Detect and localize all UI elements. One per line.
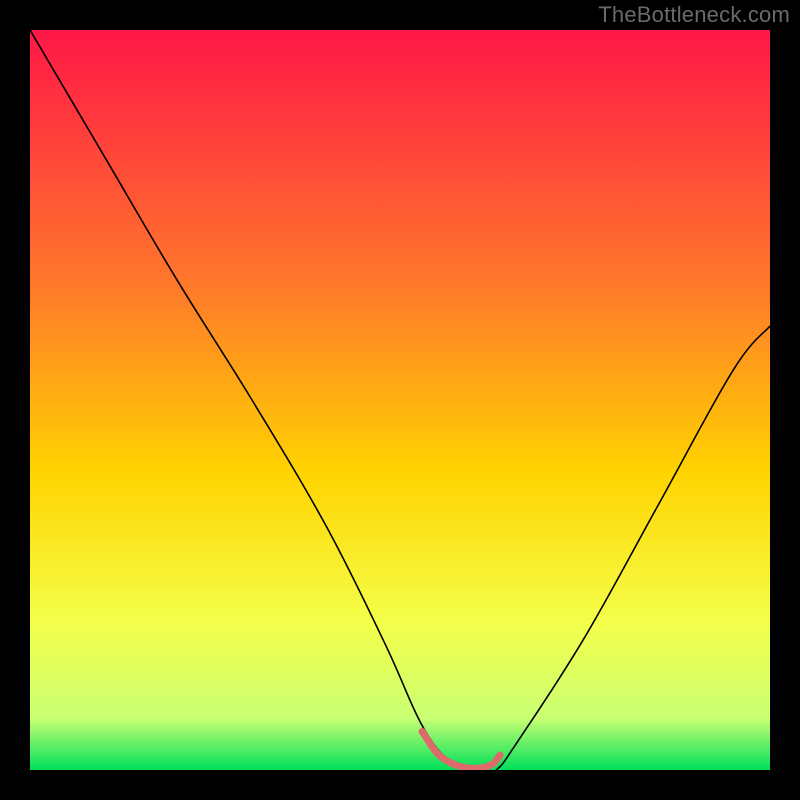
plot-area [30, 30, 770, 770]
chart-frame: TheBottleneck.com [0, 0, 800, 800]
attribution-text: TheBottleneck.com [598, 2, 790, 28]
series-endpoint [496, 752, 503, 759]
chart-svg [30, 30, 770, 770]
gradient-background [30, 30, 770, 770]
series-endpoint [419, 728, 426, 735]
